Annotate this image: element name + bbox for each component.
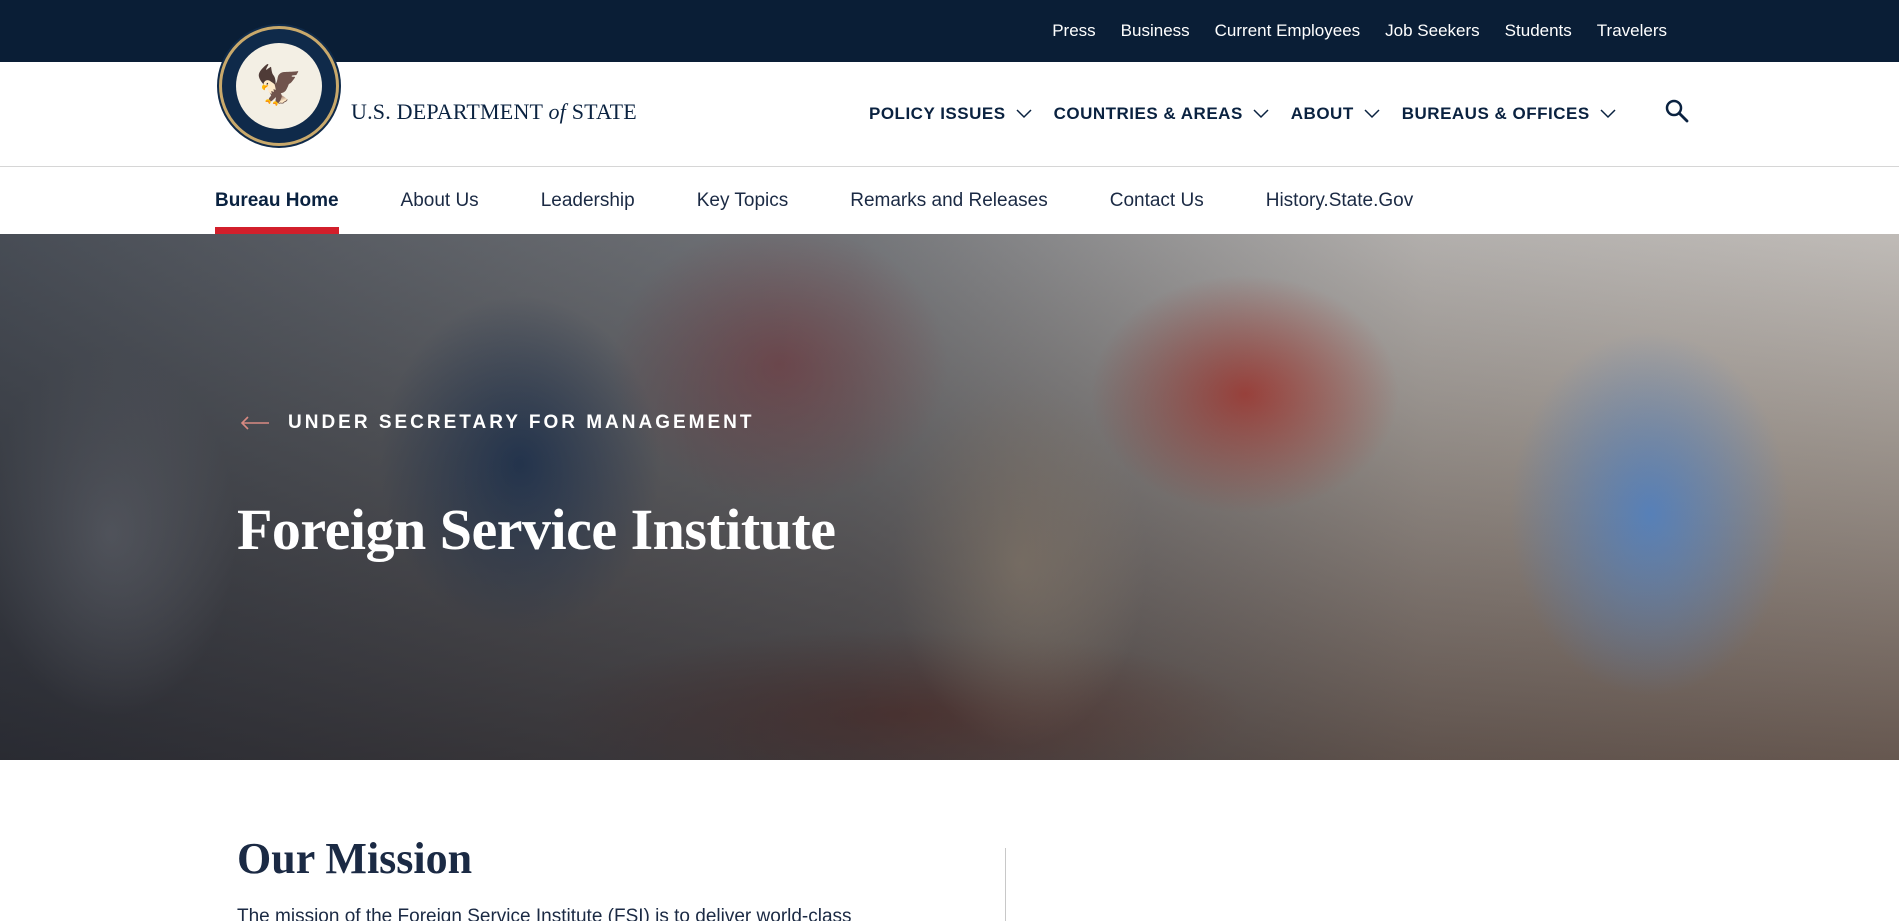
- chevron-down-icon: [1364, 109, 1380, 119]
- nav-countries-areas-label: COUNTRIES & AREAS: [1053, 104, 1243, 123]
- utility-link-travelers[interactable]: Travelers: [1597, 21, 1667, 41]
- utility-link-job-seekers[interactable]: Job Seekers: [1385, 21, 1480, 41]
- tab-contact-us[interactable]: Contact Us: [1110, 168, 1204, 234]
- search-icon[interactable]: [1664, 98, 1690, 124]
- arrow-left-icon: [240, 416, 269, 430]
- nav-bureaus-offices-label: BUREAUS & OFFICES: [1401, 104, 1590, 123]
- nav-bureaus-offices[interactable]: BUREAUS & OFFICES: [1402, 104, 1616, 124]
- wordmark-text-of: of: [548, 99, 566, 124]
- utility-link-press[interactable]: Press: [1052, 21, 1095, 41]
- page-title: Foreign Service Institute: [237, 497, 836, 562]
- nav-about[interactable]: ABOUT: [1291, 104, 1380, 124]
- chevron-down-icon: [1600, 109, 1616, 119]
- tab-remarks-and-releases[interactable]: Remarks and Releases: [850, 168, 1047, 234]
- parent-bureau-link[interactable]: UNDER SECRETARY FOR MANAGEMENT: [240, 412, 755, 434]
- mission-heading: Our Mission: [237, 834, 473, 883]
- main-nav: POLICY ISSUES COUNTRIES & AREAS ABOUT BU…: [869, 62, 1638, 166]
- seal-inner: 🦅: [236, 43, 322, 129]
- nav-countries-areas[interactable]: COUNTRIES & AREAS: [1054, 104, 1269, 124]
- wordmark-text-before: U.S. DEPARTMENT: [351, 99, 549, 124]
- main-header: 🦅 U.S. DEPARTMENT of STATE POLICY ISSUES…: [0, 26, 1899, 167]
- chevron-down-icon: [1253, 109, 1269, 119]
- utility-link-current-employees[interactable]: Current Employees: [1215, 21, 1361, 41]
- bureau-sub-nav: Bureau Home About Us Leadership Key Topi…: [0, 168, 1899, 234]
- hero-banner: UNDER SECRETARY FOR MANAGEMENT Foreign S…: [0, 234, 1899, 760]
- department-seal-icon[interactable]: 🦅: [219, 26, 339, 146]
- tab-history-state-gov[interactable]: History.State.Gov: [1266, 168, 1413, 234]
- tab-about-us[interactable]: About Us: [401, 168, 479, 234]
- utility-link-students[interactable]: Students: [1505, 21, 1572, 41]
- nav-about-label: ABOUT: [1290, 104, 1354, 123]
- nav-policy-issues[interactable]: POLICY ISSUES: [869, 104, 1032, 124]
- utility-nav: Press Business Current Employees Job See…: [1052, 0, 1667, 62]
- site-wordmark[interactable]: U.S. DEPARTMENT of STATE: [351, 99, 637, 125]
- utility-link-business[interactable]: Business: [1121, 21, 1190, 41]
- wordmark-text-after: STATE: [566, 99, 637, 124]
- parent-bureau-label: UNDER SECRETARY FOR MANAGEMENT: [288, 412, 755, 433]
- tab-key-topics[interactable]: Key Topics: [697, 168, 789, 234]
- mission-text: The mission of the Foreign Service Insti…: [237, 906, 852, 921]
- chevron-down-icon: [1016, 109, 1032, 119]
- sub-nav-tabs: Bureau Home About Us Leadership Key Topi…: [215, 168, 1413, 234]
- content-divider: [1005, 848, 1006, 921]
- tab-bureau-home[interactable]: Bureau Home: [215, 168, 339, 234]
- nav-policy-issues-label: POLICY ISSUES: [869, 104, 1006, 123]
- eagle-icon: 🦅: [255, 65, 303, 107]
- tab-leadership[interactable]: Leadership: [541, 168, 635, 234]
